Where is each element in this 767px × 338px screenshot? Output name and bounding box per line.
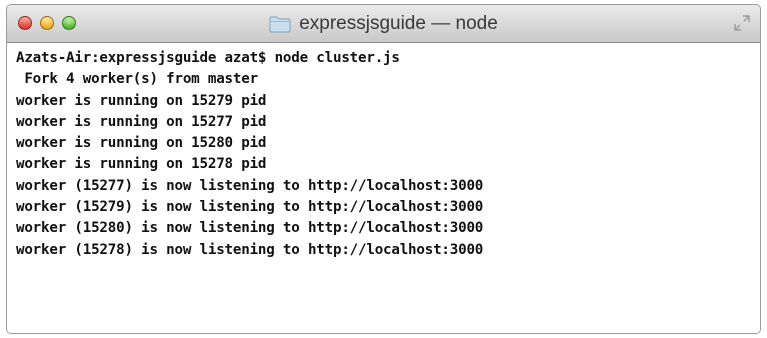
terminal-line: worker is running on 15279 pid	[16, 92, 267, 109]
terminal-line: worker (15278) is now listening to http:…	[16, 241, 484, 258]
folder-icon	[269, 15, 291, 33]
terminal-line-prompt: Azats-Air:expressjsguide azat$ node clus…	[16, 50, 400, 66]
terminal-window: expressjsguide — node Azats-Air:expressj…	[6, 4, 761, 334]
terminal-line: Fork 4 worker(s) from master	[16, 71, 258, 88]
terminal-line: worker is running on 15280 pid	[16, 135, 267, 152]
terminal-line: worker (15279) is now listening to http:…	[16, 199, 484, 216]
terminal-line: worker (15277) is now listening to http:…	[16, 177, 484, 194]
fullscreen-icon[interactable]	[734, 15, 750, 31]
terminal-line: worker is running on 15277 pid	[16, 113, 267, 130]
title-bar[interactable]: expressjsguide — node	[7, 5, 760, 43]
terminal-line: worker is running on 15278 pid	[16, 156, 267, 173]
terminal-output[interactable]: Azats-Air:expressjsguide azat$ node clus…	[7, 43, 760, 333]
terminal-line: worker (15280) is now listening to http:…	[16, 220, 484, 237]
window-title-area: expressjsguide — node	[7, 5, 760, 43]
window-title: expressjsguide — node	[299, 13, 498, 34]
